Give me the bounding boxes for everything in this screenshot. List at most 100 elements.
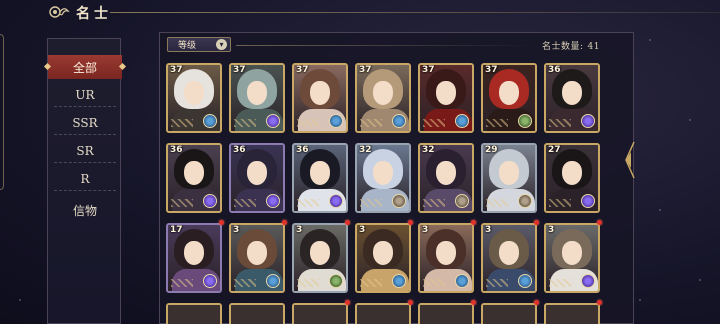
sort-dropdown[interactable]: 等级 ▾: [167, 37, 231, 52]
star-diamonds-icon: [360, 199, 382, 207]
character-card[interactable]: 36: [292, 143, 348, 213]
card-background: [357, 305, 409, 324]
character-card[interactable]: 37: [229, 63, 285, 133]
star-diamonds-icon: [486, 279, 508, 287]
card-level: 17: [170, 225, 183, 235]
character-count: 名士数量: 41: [538, 39, 600, 52]
star-diamonds-icon: [234, 119, 256, 127]
character-card[interactable]: 36: [229, 143, 285, 213]
sort-label: 等级: [178, 41, 197, 51]
character-face: [310, 161, 330, 185]
filter-tab-all[interactable]: 全部: [48, 55, 122, 79]
rarity-badge-icon: [392, 194, 406, 208]
character-card-partial[interactable]: [418, 303, 474, 324]
star-diamonds-icon: [423, 119, 445, 127]
character-card[interactable]: 37: [166, 63, 222, 133]
star-diamonds-icon: [171, 119, 193, 127]
card-level: 3: [233, 225, 240, 235]
character-face: [184, 81, 204, 105]
filter-tab-token[interactable]: 信物: [54, 198, 116, 222]
character-card-partial[interactable]: [229, 303, 285, 324]
filter-tab-sr[interactable]: SR: [54, 139, 116, 163]
rarity-badge-icon: [329, 114, 343, 128]
character-face: [562, 161, 582, 185]
cloud-emblem-icon: [49, 6, 70, 18]
character-card[interactable]: 37: [292, 63, 348, 133]
card-background: [420, 305, 472, 324]
rarity-badge-icon: [518, 274, 532, 288]
star-diamonds-icon: [549, 199, 571, 207]
character-card[interactable]: 3: [229, 223, 285, 293]
new-notification-dot: [597, 300, 602, 305]
character-card[interactable]: 37: [481, 63, 537, 133]
character-card[interactable]: 29: [481, 143, 537, 213]
rarity-badge-icon: [203, 114, 217, 128]
rarity-badge-icon: [266, 194, 280, 208]
rarity-badge-icon: [329, 194, 343, 208]
star-diamonds-icon: [423, 279, 445, 287]
character-card[interactable]: 37: [418, 63, 474, 133]
rarity-badge-icon: [581, 274, 595, 288]
card-level: 27: [548, 145, 561, 155]
character-face: [310, 81, 330, 105]
rarity-badge-icon: [455, 114, 469, 128]
star-diamonds-icon: [549, 279, 571, 287]
card-level: 37: [296, 65, 309, 75]
character-card-partial[interactable]: [544, 303, 600, 324]
card-level: 3: [485, 225, 492, 235]
character-card[interactable]: 32: [418, 143, 474, 213]
character-card[interactable]: 27: [544, 143, 600, 213]
filter-tab-ssr[interactable]: SSR: [54, 111, 116, 135]
card-level: 37: [233, 65, 246, 75]
card-level: 3: [548, 225, 555, 235]
new-notification-dot: [534, 220, 539, 225]
character-face: [499, 241, 519, 265]
rarity-badge-icon: [266, 274, 280, 288]
filter-tab-ur[interactable]: UR: [54, 83, 116, 107]
filter-tab-label: SR: [76, 143, 94, 158]
character-face: [247, 241, 267, 265]
character-face: [373, 161, 393, 185]
character-card[interactable]: 32: [355, 143, 411, 213]
character-card[interactable]: 3: [544, 223, 600, 293]
chevron-down-icon: ▾: [216, 39, 227, 50]
filter-tab-label: 全部: [72, 60, 97, 75]
rarity-badge-icon: [392, 114, 406, 128]
expand-panel-arrow-icon[interactable]: [622, 140, 636, 180]
card-level: 37: [170, 65, 183, 75]
character-card[interactable]: 17: [166, 223, 222, 293]
character-face: [562, 81, 582, 105]
character-card[interactable]: 37: [355, 63, 411, 133]
character-card-partial[interactable]: [355, 303, 411, 324]
rarity-badge-icon: [203, 274, 217, 288]
card-level: 36: [296, 145, 309, 155]
character-face: [436, 81, 456, 105]
filter-tab-label: UR: [75, 87, 95, 102]
card-level: 36: [233, 145, 246, 155]
card-level: 29: [485, 145, 498, 155]
star-diamonds-icon: [171, 199, 193, 207]
character-card[interactable]: 3: [292, 223, 348, 293]
filter-tab-r[interactable]: R: [54, 167, 116, 191]
character-card-partial[interactable]: [481, 303, 537, 324]
character-card-partial[interactable]: [292, 303, 348, 324]
new-notification-dot: [471, 220, 476, 225]
character-card[interactable]: 3: [418, 223, 474, 293]
star-diamonds-icon: [234, 199, 256, 207]
character-card[interactable]: 36: [544, 63, 600, 133]
character-card[interactable]: 3: [355, 223, 411, 293]
header-divider: [110, 12, 720, 13]
star-diamonds-icon: [486, 119, 508, 127]
character-face: [184, 161, 204, 185]
character-face: [184, 241, 204, 265]
character-card-partial[interactable]: [166, 303, 222, 324]
character-face: [373, 241, 393, 265]
character-card[interactable]: 36: [166, 143, 222, 213]
star-diamonds-icon: [360, 119, 382, 127]
star-diamonds-icon: [549, 119, 571, 127]
character-card[interactable]: 3: [481, 223, 537, 293]
character-face: [436, 241, 456, 265]
rarity-filter-sidebar: 全部 UR SSR SR R 信物: [47, 38, 122, 324]
card-level: 37: [422, 65, 435, 75]
new-notification-dot: [471, 300, 476, 305]
